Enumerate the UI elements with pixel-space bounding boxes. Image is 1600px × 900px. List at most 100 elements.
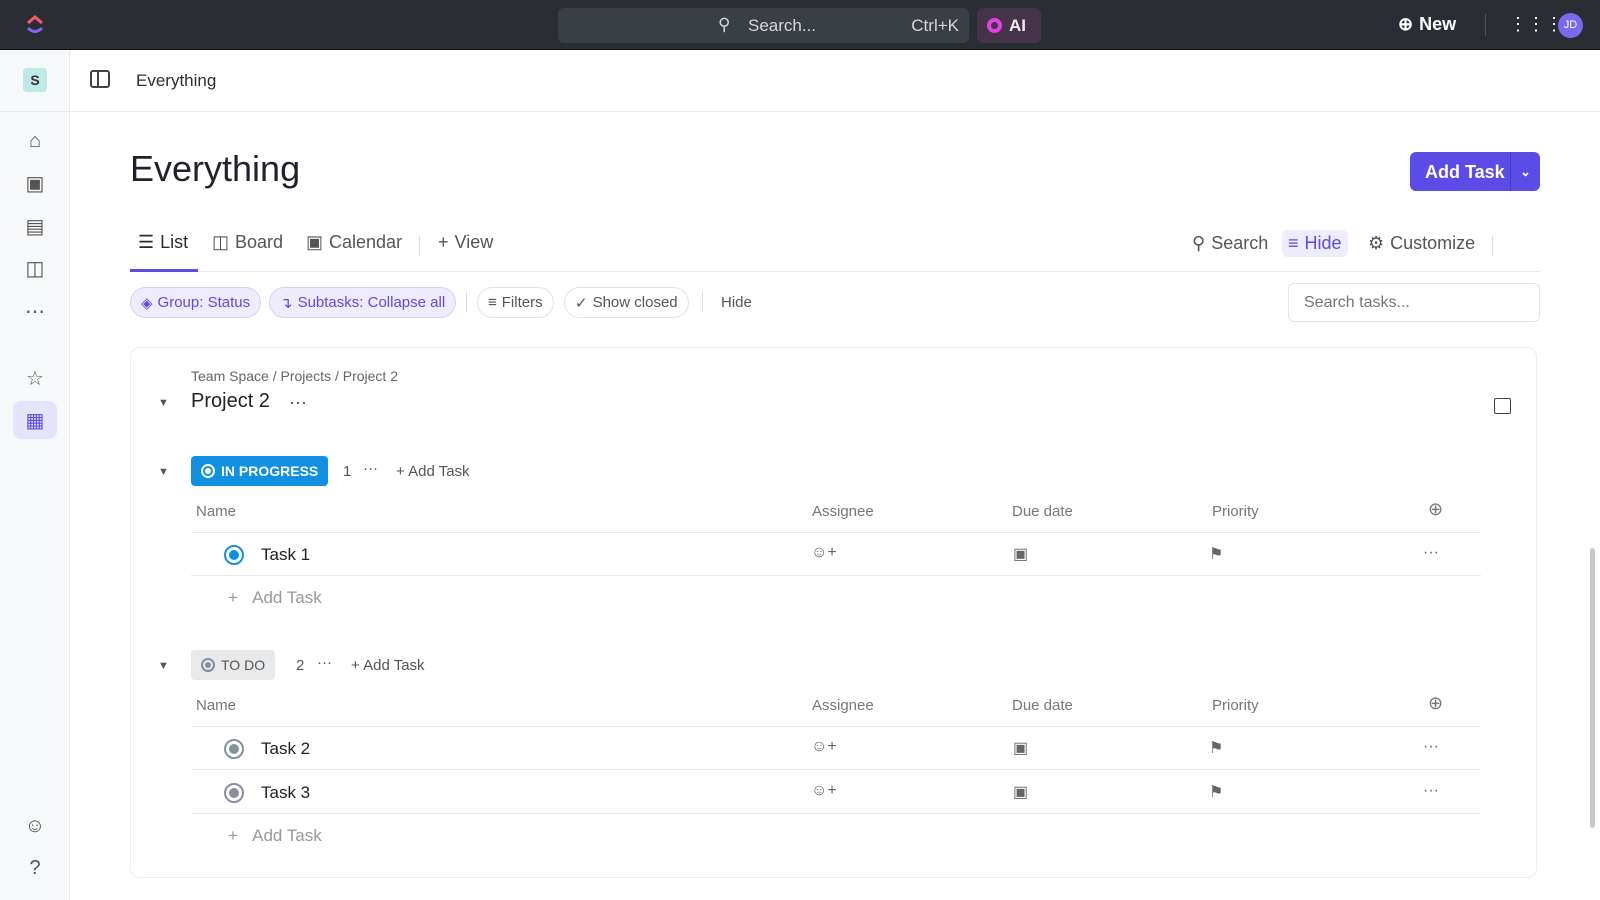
check-circle-icon: ✓ [575, 294, 588, 312]
invite-user-icon[interactable]: ☺ [13, 807, 57, 845]
calendar-icon[interactable]: ▣ [1013, 544, 1028, 564]
add-view-button[interactable]: +View [438, 232, 493, 253]
column-name[interactable]: Name [196, 503, 236, 520]
status-icon[interactable] [224, 783, 244, 803]
chip-label: Group: Status [158, 294, 251, 311]
spaces-grid-icon[interactable]: ▦ [13, 401, 57, 439]
clickup-logo[interactable] [24, 13, 46, 37]
avatar[interactable]: JD [1558, 13, 1583, 38]
status-badge[interactable]: IN PROGRESS [191, 456, 328, 486]
tab-calendar[interactable]: ▣Calendar [306, 232, 402, 253]
group-add-task-button[interactable]: + Add Task [396, 463, 470, 480]
add-column-icon[interactable]: ⊕ [1428, 693, 1443, 714]
workspace-avatar[interactable]: S [23, 68, 47, 92]
filter-icon: ≡ [488, 294, 497, 311]
add-task-button[interactable]: Add Task⌄ [1410, 152, 1540, 191]
divider [1485, 14, 1486, 36]
group-status-chip[interactable]: ◈ Group: Status [130, 287, 261, 318]
table-row[interactable]: Task 3 ☺+ ▣ ⚑ ··· [191, 771, 1481, 814]
table-row[interactable]: Task 2 ☺+ ▣ ⚑ ··· [191, 727, 1481, 770]
panel-collapse-icon[interactable] [1494, 398, 1511, 414]
help-icon[interactable]: ? [13, 849, 57, 887]
column-assignee[interactable]: Assignee [812, 697, 874, 714]
add-assignee-icon[interactable]: ☺+ [811, 544, 837, 562]
dashboards-icon[interactable]: ◫ [13, 249, 57, 287]
project-breadcrumb[interactable]: Team Space / Projects / Project 2 [191, 368, 398, 384]
tab-label: Calendar [329, 232, 402, 253]
status-label: IN PROGRESS [221, 463, 318, 479]
calendar-icon[interactable]: ▣ [1013, 782, 1028, 802]
global-search[interactable]: ⚲ Search... Ctrl+K [558, 8, 969, 43]
caret-down-icon[interactable]: ▼ [158, 397, 169, 409]
status-icon[interactable] [224, 739, 244, 759]
project-name[interactable]: Project 2 [191, 390, 270, 413]
filters-button[interactable]: ≡ Filters [477, 287, 554, 318]
apps-grid-icon[interactable]: ⋮⋮⋮ [1509, 14, 1563, 35]
add-assignee-icon[interactable]: ☺+ [811, 782, 837, 800]
more-dots-icon[interactable]: ··· [289, 392, 307, 413]
status-label: TO DO [221, 657, 265, 673]
column-priority[interactable]: Priority [1212, 503, 1259, 520]
add-assignee-icon[interactable]: ☺+ [811, 738, 837, 756]
layers-icon: ◈ [141, 294, 153, 312]
column-name[interactable]: Name [196, 697, 236, 714]
add-task-label: Add Task [252, 588, 322, 607]
chip-label: Show closed [593, 294, 678, 311]
task-name[interactable]: Task 3 [261, 783, 310, 803]
add-task-label: Add Task [1425, 162, 1505, 183]
more-icon[interactable]: ⋯ [13, 292, 57, 330]
add-column-icon[interactable]: ⊕ [1428, 499, 1443, 520]
search-tasks-input[interactable] [1288, 283, 1540, 322]
search-icon: ⚲ [1192, 233, 1205, 254]
group-add-task-button[interactable]: + Add Task [351, 657, 425, 674]
flag-icon[interactable]: ⚑ [1209, 738, 1223, 758]
more-dots-icon[interactable]: ··· [1423, 738, 1439, 756]
more-dots-icon[interactable]: ··· [1423, 544, 1439, 562]
scrollbar[interactable] [1590, 548, 1595, 828]
docs-icon[interactable]: ▤ [13, 207, 57, 245]
sliders-icon: ≡ [1288, 233, 1299, 254]
caret-down-icon[interactable]: ▼ [158, 466, 169, 478]
subtasks-chip[interactable]: ↴Subtasks: Collapse all [269, 287, 456, 318]
search-view-button[interactable]: ⚲Search [1186, 230, 1274, 257]
column-assignee[interactable]: Assignee [812, 503, 874, 520]
hide-columns-button[interactable]: ≡Hide [1282, 230, 1348, 257]
task-name[interactable]: Task 1 [261, 545, 310, 565]
calendar-icon[interactable]: ▣ [1013, 738, 1028, 758]
ai-button[interactable]: AI [977, 8, 1041, 43]
inbox-icon[interactable]: ▣ [13, 164, 57, 202]
sidebar: S ⌂ ▣ ▤ ◫ ⋯ ☆ ▦ ☺ ? [0, 50, 70, 900]
sidebar-toggle-icon[interactable] [90, 70, 110, 88]
flag-icon[interactable]: ⚑ [1209, 544, 1223, 564]
column-priority[interactable]: Priority [1212, 697, 1259, 714]
view-tabs: ☰List ◫Board ▣Calendar +View ⚲Search ≡Hi… [130, 226, 1540, 272]
page-header: Everything [70, 50, 1600, 112]
flag-icon[interactable]: ⚑ [1209, 782, 1223, 802]
plus-icon: + [228, 826, 252, 845]
tab-board[interactable]: ◫Board [212, 232, 283, 253]
column-due-date[interactable]: Due date [1012, 697, 1073, 714]
hide-button[interactable]: Hide [721, 294, 752, 311]
customize-button[interactable]: ⚙Customize [1362, 230, 1481, 257]
status-icon[interactable] [224, 545, 244, 565]
column-due-date[interactable]: Due date [1012, 503, 1073, 520]
tab-label: List [160, 232, 188, 253]
table-row[interactable]: Task 1 ☺+ ▣ ⚑ ··· [191, 533, 1481, 576]
more-dots-icon[interactable]: ··· [363, 460, 378, 477]
favorites-star-icon[interactable]: ☆ [13, 359, 57, 397]
task-count: 2 [296, 657, 304, 674]
new-button[interactable]: ⊕New [1398, 14, 1456, 35]
caret-down-icon[interactable]: ▼ [158, 660, 169, 672]
home-icon[interactable]: ⌂ [13, 122, 57, 160]
task-name[interactable]: Task 2 [261, 739, 310, 759]
chip-label: Filters [502, 294, 543, 311]
chevron-down-icon[interactable]: ⌄ [1510, 152, 1540, 191]
show-closed-button[interactable]: ✓ Show closed [564, 287, 689, 318]
add-task-row[interactable]: + Add Task [228, 588, 322, 608]
status-badge[interactable]: TO DO [191, 650, 275, 680]
add-task-row[interactable]: + Add Task [228, 826, 322, 846]
chip-label: Subtasks: Collapse all [298, 294, 446, 311]
more-dots-icon[interactable]: ··· [317, 654, 332, 671]
more-dots-icon[interactable]: ··· [1423, 782, 1439, 800]
tab-list[interactable]: ☰List [138, 232, 188, 253]
